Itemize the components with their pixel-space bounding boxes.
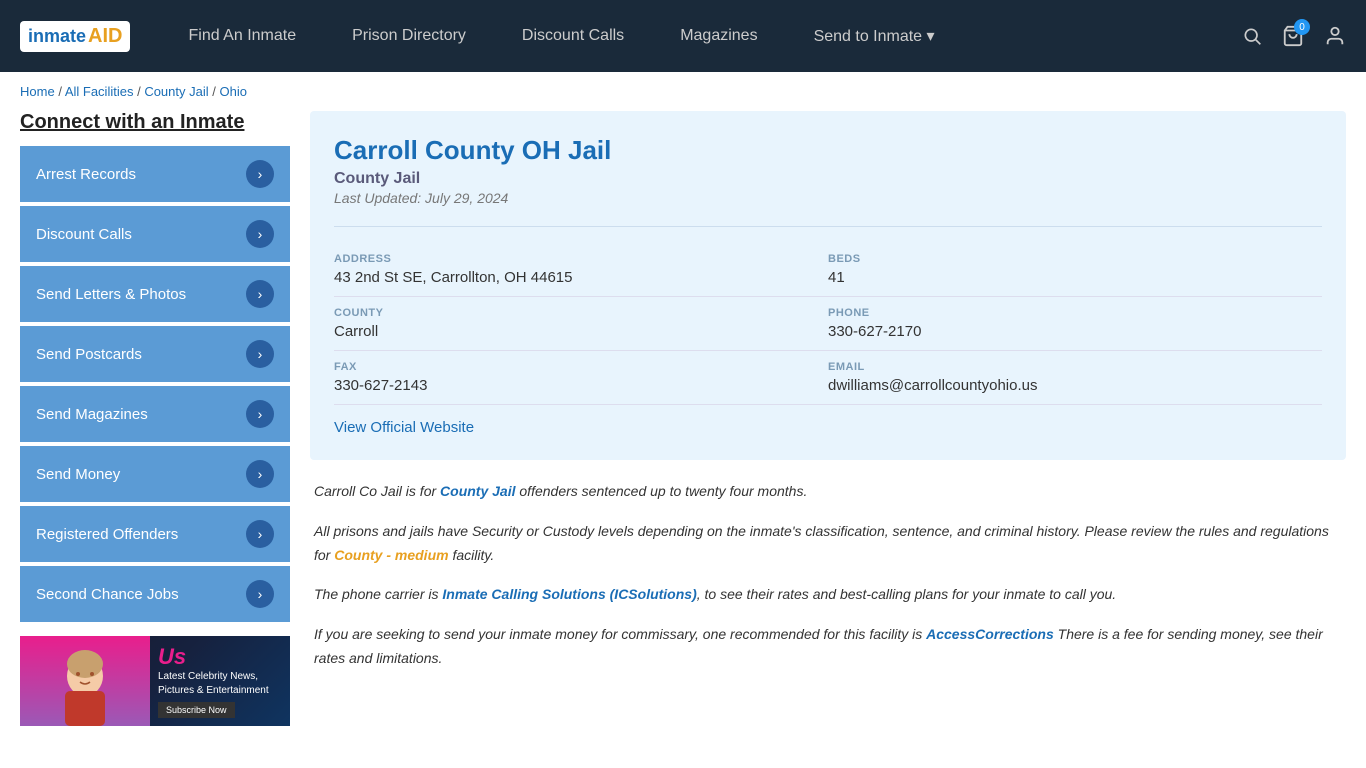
- nav-links: Find An Inmate Prison Directory Discount…: [160, 0, 1242, 72]
- sidebar-ad[interactable]: Us Latest Celebrity News, Pictures & Ent…: [20, 636, 290, 726]
- beds-label: BEDS: [828, 253, 1322, 265]
- ad-logo: Us: [158, 644, 282, 670]
- arrow-icon: ›: [246, 220, 274, 248]
- facility-card: Carroll County OH Jail County Jail Last …: [310, 111, 1346, 460]
- nav-icons: 0: [1242, 25, 1346, 47]
- sidebar-item-label: Registered Offenders: [36, 526, 178, 543]
- email-label: EMAIL: [828, 361, 1322, 373]
- nav-prison-directory[interactable]: Prison Directory: [324, 0, 494, 72]
- cart-badge: 0: [1294, 19, 1310, 35]
- facility-details: ADDRESS 43 2nd St SE, Carrollton, OH 446…: [334, 226, 1322, 405]
- email-detail: EMAIL dwilliams@carrollcountyohio.us: [828, 351, 1322, 405]
- sidebar-item-label: Arrest Records: [36, 166, 136, 183]
- address-detail: ADDRESS 43 2nd St SE, Carrollton, OH 446…: [334, 243, 828, 297]
- desc-p2: All prisons and jails have Security or C…: [314, 520, 1342, 568]
- sidebar-item-send-letters[interactable]: Send Letters & Photos ›: [20, 266, 290, 322]
- county-jail-link-1[interactable]: County Jail: [440, 483, 515, 499]
- sidebar-title: Connect with an Inmate: [20, 111, 290, 134]
- fax-value: 330-627-2143: [334, 377, 828, 394]
- phone-detail: PHONE 330-627-2170: [828, 297, 1322, 351]
- main-layout: Connect with an Inmate Arrest Records › …: [0, 111, 1366, 746]
- search-icon: [1242, 26, 1262, 46]
- sidebar-item-label: Send Magazines: [36, 406, 148, 423]
- user-button[interactable]: [1324, 25, 1346, 47]
- arrow-icon: ›: [246, 340, 274, 368]
- sidebar-item-second-chance-jobs[interactable]: Second Chance Jobs ›: [20, 566, 290, 622]
- breadcrumb-all-facilities[interactable]: All Facilities: [65, 84, 134, 99]
- arrow-icon: ›: [246, 400, 274, 428]
- user-icon: [1324, 25, 1346, 47]
- breadcrumb: Home / All Facilities / County Jail / Oh…: [0, 72, 1366, 111]
- address-value: 43 2nd St SE, Carrollton, OH 44615: [334, 269, 828, 286]
- ics-link[interactable]: Inmate Calling Solutions (ICSolutions): [442, 586, 696, 602]
- sidebar-item-label: Send Money: [36, 466, 120, 483]
- beds-value: 41: [828, 269, 1322, 286]
- search-button[interactable]: [1242, 26, 1262, 46]
- sidebar-item-label: Discount Calls: [36, 226, 132, 243]
- ad-image: [20, 636, 150, 726]
- main-nav: inmate AID Find An Inmate Prison Directo…: [0, 0, 1366, 72]
- main-content: Carroll County OH Jail County Jail Last …: [310, 111, 1346, 726]
- nav-find-inmate[interactable]: Find An Inmate: [160, 0, 324, 72]
- nav-send-to-inmate[interactable]: Send to Inmate ▾: [786, 0, 963, 72]
- beds-detail: BEDS 41: [828, 243, 1322, 297]
- facility-title: Carroll County OH Jail: [334, 135, 1322, 166]
- desc-p1: Carroll Co Jail is for County Jail offen…: [314, 480, 1342, 504]
- ad-tagline: Latest Celebrity News, Pictures & Entert…: [158, 670, 282, 698]
- county-label: COUNTY: [334, 307, 828, 319]
- facility-updated: Last Updated: July 29, 2024: [334, 190, 1322, 206]
- nav-magazines[interactable]: Magazines: [652, 0, 785, 72]
- logo-aid-text: AID: [88, 25, 122, 48]
- sidebar: Connect with an Inmate Arrest Records › …: [20, 111, 290, 726]
- ad-person-illustration: [50, 636, 120, 726]
- address-label: ADDRESS: [334, 253, 828, 265]
- facility-type: County Jail: [334, 170, 1322, 188]
- access-corrections-link[interactable]: AccessCorrections: [926, 626, 1054, 642]
- email-value: dwilliams@carrollcountyohio.us: [828, 377, 1322, 394]
- ad-content: Us Latest Celebrity News, Pictures & Ent…: [150, 636, 290, 726]
- cart-button[interactable]: 0: [1282, 25, 1304, 47]
- fax-detail: FAX 330-627-2143: [334, 351, 828, 405]
- arrow-icon: ›: [246, 520, 274, 548]
- fax-label: FAX: [334, 361, 828, 373]
- sidebar-item-send-money[interactable]: Send Money ›: [20, 446, 290, 502]
- ad-subscribe-button[interactable]: Subscribe Now: [158, 702, 235, 718]
- arrow-icon: ›: [246, 280, 274, 308]
- sidebar-item-arrest-records[interactable]: Arrest Records ›: [20, 146, 290, 202]
- nav-discount-calls[interactable]: Discount Calls: [494, 0, 652, 72]
- breadcrumb-home[interactable]: Home: [20, 84, 55, 99]
- phone-label: PHONE: [828, 307, 1322, 319]
- logo[interactable]: inmate AID: [20, 21, 130, 52]
- sidebar-item-label: Send Postcards: [36, 346, 142, 363]
- desc-p4: If you are seeking to send your inmate m…: [314, 623, 1342, 671]
- description: Carroll Co Jail is for County Jail offen…: [310, 480, 1346, 671]
- county-medium-link[interactable]: County - medium: [334, 547, 448, 563]
- sidebar-item-send-magazines[interactable]: Send Magazines ›: [20, 386, 290, 442]
- sidebar-item-send-postcards[interactable]: Send Postcards ›: [20, 326, 290, 382]
- sidebar-item-label: Send Letters & Photos: [36, 286, 186, 303]
- logo-inmate-text: inmate: [28, 26, 86, 47]
- county-value: Carroll: [334, 323, 828, 340]
- phone-value: 330-627-2170: [828, 323, 1322, 340]
- sidebar-item-discount-calls[interactable]: Discount Calls ›: [20, 206, 290, 262]
- breadcrumb-county-jail[interactable]: County Jail: [144, 84, 208, 99]
- arrow-icon: ›: [246, 460, 274, 488]
- desc-p3: The phone carrier is Inmate Calling Solu…: [314, 583, 1342, 607]
- sidebar-menu: Arrest Records › Discount Calls › Send L…: [20, 146, 290, 622]
- arrow-icon: ›: [246, 580, 274, 608]
- county-detail: COUNTY Carroll: [334, 297, 828, 351]
- sidebar-item-label: Second Chance Jobs: [36, 586, 179, 603]
- sidebar-item-registered-offenders[interactable]: Registered Offenders ›: [20, 506, 290, 562]
- breadcrumb-state[interactable]: Ohio: [219, 84, 246, 99]
- arrow-icon: ›: [246, 160, 274, 188]
- view-website-link[interactable]: View Official Website: [334, 419, 474, 436]
